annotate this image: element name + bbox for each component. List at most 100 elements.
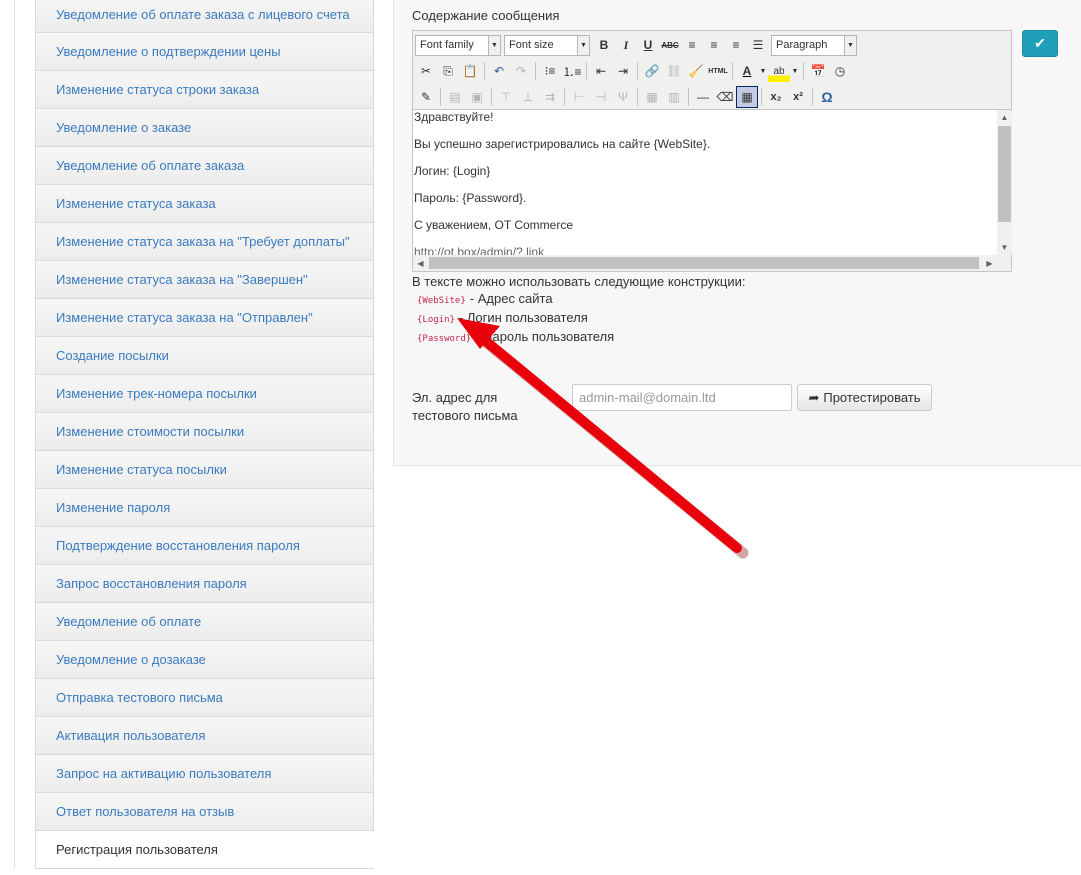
superscript-button[interactable]: x²	[787, 86, 809, 108]
sidebar-item[interactable]: Уведомление о заказе	[35, 109, 374, 147]
insert-row-after-icon[interactable]: ⊥	[517, 86, 539, 108]
sidebar-item-label: Уведомление о подтверждении цены	[56, 44, 281, 59]
scrollbar-thumb[interactable]	[429, 257, 979, 269]
align-left-icon[interactable]: ≡	[681, 34, 703, 56]
toolbar-separator	[637, 62, 638, 80]
undo-icon[interactable]: ↶	[488, 60, 510, 82]
time-icon[interactable]: ◷	[829, 60, 851, 82]
edit-icon[interactable]: ✎	[415, 86, 437, 108]
sidebar-item[interactable]: Изменение статуса посылки	[35, 451, 374, 489]
sidebar-item[interactable]: Изменение статуса заказа	[35, 185, 374, 223]
bold-button[interactable]: B	[593, 34, 615, 56]
sidebar-item[interactable]: Активация пользователя	[35, 717, 374, 755]
sidebar-item[interactable]: Изменение стоимости посылки	[35, 413, 374, 451]
test-send-label: Протестировать	[823, 390, 921, 405]
cleanup-icon[interactable]: 🧹	[685, 60, 707, 82]
numbered-list-icon[interactable]: ⒈≡	[561, 60, 583, 82]
horizontal-rule-icon[interactable]: —	[692, 86, 714, 108]
sidebar-item-label: Уведомление об оплате	[56, 614, 202, 629]
insert-row-before-icon[interactable]: ⊤	[495, 86, 517, 108]
sidebar-item[interactable]: Отправка тестового письма	[35, 679, 374, 717]
cut-icon[interactable]: ✂	[415, 60, 437, 82]
insert-col-before-icon[interactable]: ⊢	[568, 86, 590, 108]
highlight-color-button[interactable]: ab	[768, 60, 790, 82]
sidebar-item[interactable]: Уведомление об оплате заказа с лицевого …	[35, 0, 374, 33]
sidebar-item-label: Запрос на активацию пользователя	[56, 766, 272, 781]
horizontal-scrollbar[interactable]: ◀ ▶	[413, 255, 997, 271]
sidebar-item[interactable]: Подтверждение восстановления пароля	[35, 527, 374, 565]
paste-icon[interactable]: 📋	[459, 60, 481, 82]
italic-button[interactable]: I	[615, 34, 637, 56]
delete-row-icon[interactable]: ⇉	[539, 86, 561, 108]
sidebar-item-label: Уведомление об оплате заказа с лицевого …	[56, 6, 350, 22]
toolbar-separator	[761, 88, 762, 106]
insert-col-after-icon[interactable]: ⊣	[590, 86, 612, 108]
sidebar-item-active[interactable]: Регистрация пользователя	[35, 831, 374, 869]
sidebar-item[interactable]: Ответ пользователя на отзыв	[35, 793, 374, 831]
indent-icon[interactable]: ⇥	[612, 60, 634, 82]
sidebar-item[interactable]: Уведомление об оплате	[35, 603, 374, 641]
sidebar-item-label: Регистрация пользователя	[56, 842, 218, 857]
remove-format-icon[interactable]: ⌫	[714, 86, 736, 108]
subscript-button[interactable]: x₂	[765, 86, 787, 108]
merge-cells-icon[interactable]: ▥	[663, 86, 685, 108]
sidebar-item[interactable]: Изменение статуса заказа на "Завершен"	[35, 261, 374, 299]
delete-col-icon[interactable]: Ψ	[612, 86, 634, 108]
editor-line: Вы успешно зарегистрировались на сайте {…	[414, 137, 711, 151]
sidebar-item[interactable]: Запрос на активацию пользователя	[35, 755, 374, 793]
sidebar-item-label: Изменение трек-номера посылки	[56, 386, 257, 401]
html-source-button[interactable]: HTML	[707, 60, 729, 82]
sidebar-item-label: Изменение стоимости посылки	[56, 424, 245, 439]
align-justify-icon[interactable]: ☰	[747, 34, 769, 56]
unlink-icon[interactable]: ⛓	[663, 60, 685, 82]
toolbar-separator	[564, 88, 565, 106]
strikethrough-button[interactable]: ABC	[659, 34, 681, 56]
sidebar-item[interactable]: Изменение статуса заказа на "Требует доп…	[35, 223, 374, 261]
sidebar-item[interactable]: Изменение статуса строки заказа	[35, 71, 374, 109]
hint-item: {WebSite} - Адрес сайта	[417, 291, 553, 306]
align-center-icon[interactable]: ≡	[703, 34, 725, 56]
outdent-icon[interactable]: ⇤	[590, 60, 612, 82]
editor-content[interactable]: Здравствуйте! Вы успешно зарегистрировал…	[413, 109, 997, 255]
table-icon[interactable]: ▦	[736, 86, 758, 108]
sidebar-item-label: Изменение статуса строки заказа	[56, 82, 260, 97]
sidebar-item[interactable]: Изменение пароля	[35, 489, 374, 527]
sidebar-item-label: Уведомление о заказе	[56, 120, 192, 135]
special-char-button[interactable]: Ω	[816, 86, 838, 108]
sidebar-item[interactable]: Создание посылки	[35, 337, 374, 375]
test-send-button[interactable]: ➦ Протестировать	[797, 384, 932, 411]
vertical-scrollbar[interactable]: ▲ ▼	[997, 109, 1012, 255]
bullet-list-icon[interactable]: ⁝≡	[539, 60, 561, 82]
redo-icon[interactable]: ↷	[510, 60, 532, 82]
hint-text: - Логин пользователя	[458, 310, 588, 325]
chevron-down-icon[interactable]: ▼	[758, 60, 768, 82]
sidebar-item[interactable]: Уведомление об оплате заказа	[35, 147, 374, 185]
sidebar-item[interactable]: Запрос восстановления пароля	[35, 565, 374, 603]
scroll-up-icon[interactable]: ▲	[997, 110, 1012, 125]
font-color-button[interactable]: A	[736, 60, 758, 82]
scroll-left-icon[interactable]: ◀	[413, 255, 428, 271]
test-email-input[interactable]	[572, 384, 792, 411]
font-family-select[interactable]: Font family ▼	[415, 34, 501, 56]
date-icon[interactable]: 📅	[807, 60, 829, 82]
split-cells-icon[interactable]: ▦	[641, 86, 663, 108]
copy-icon[interactable]: ⎘	[437, 60, 459, 82]
save-button[interactable]: ✔	[1022, 30, 1058, 57]
rich-text-editor: Font family ▼ Font size ▼ B I U ABC ≡ ≡ ≡ …	[412, 30, 1012, 272]
align-right-icon[interactable]: ≡	[725, 34, 747, 56]
link-icon[interactable]: 🔗	[641, 60, 663, 82]
font-size-select[interactable]: Font size ▼	[504, 34, 590, 56]
format-select[interactable]: Paragraph ▼	[771, 34, 857, 56]
sidebar-item[interactable]: Уведомление о дозаказе	[35, 641, 374, 679]
sidebar-item-label: Подтверждение восстановления пароля	[56, 538, 300, 553]
scrollbar-thumb[interactable]	[998, 126, 1011, 222]
underline-button[interactable]: U	[637, 34, 659, 56]
sidebar-item[interactable]: Изменение трек-номера посылки	[35, 375, 374, 413]
chevron-down-icon[interactable]: ▼	[790, 60, 800, 82]
table-row-props-icon[interactable]: ▤	[444, 86, 466, 108]
scroll-right-icon[interactable]: ▶	[982, 255, 997, 271]
table-cell-props-icon[interactable]: ▣	[466, 86, 488, 108]
sidebar-item[interactable]: Уведомление о подтверждении цены	[35, 33, 374, 71]
sidebar-item[interactable]: Изменение статуса заказа на "Отправлен"	[35, 299, 374, 337]
scroll-down-icon[interactable]: ▼	[997, 240, 1012, 255]
